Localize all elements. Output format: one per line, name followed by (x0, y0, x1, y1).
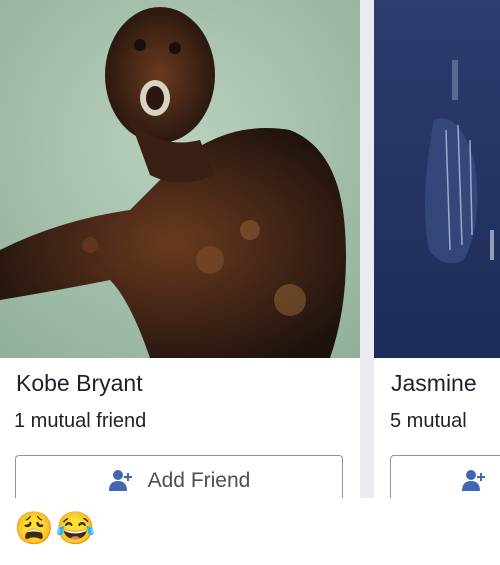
profile-photo[interactable] (374, 0, 500, 358)
suggestion-name[interactable]: Kobe Bryant (16, 370, 143, 397)
add-friend-label: Add Friend (147, 469, 251, 492)
profile-photo[interactable] (0, 0, 360, 358)
weary-face-emoji: 😩 (14, 510, 54, 546)
friend-suggestion-card[interactable]: Kobe Bryant 1 mutual friend Add Friend (0, 0, 360, 498)
mutual-friends-count[interactable]: 1 mutual friend (14, 410, 146, 433)
suggestion-name[interactable]: Jasmine (391, 370, 477, 397)
add-friend-icon (108, 469, 134, 493)
add-friend-button[interactable]: Add Friend (15, 455, 343, 498)
add-friend-icon (461, 469, 487, 493)
mutual-friends-count[interactable]: 5 mutual (390, 410, 467, 433)
people-you-may-know-carousel: Kobe Bryant 1 mutual friend Add Friend J… (0, 0, 500, 498)
friend-suggestion-card[interactable]: Jasmine 5 mutual (374, 0, 500, 498)
add-friend-button[interactable] (390, 455, 500, 498)
reaction-emojis: 😩😂 (14, 508, 98, 548)
tears-of-joy-emoji: 😂 (55, 510, 96, 546)
